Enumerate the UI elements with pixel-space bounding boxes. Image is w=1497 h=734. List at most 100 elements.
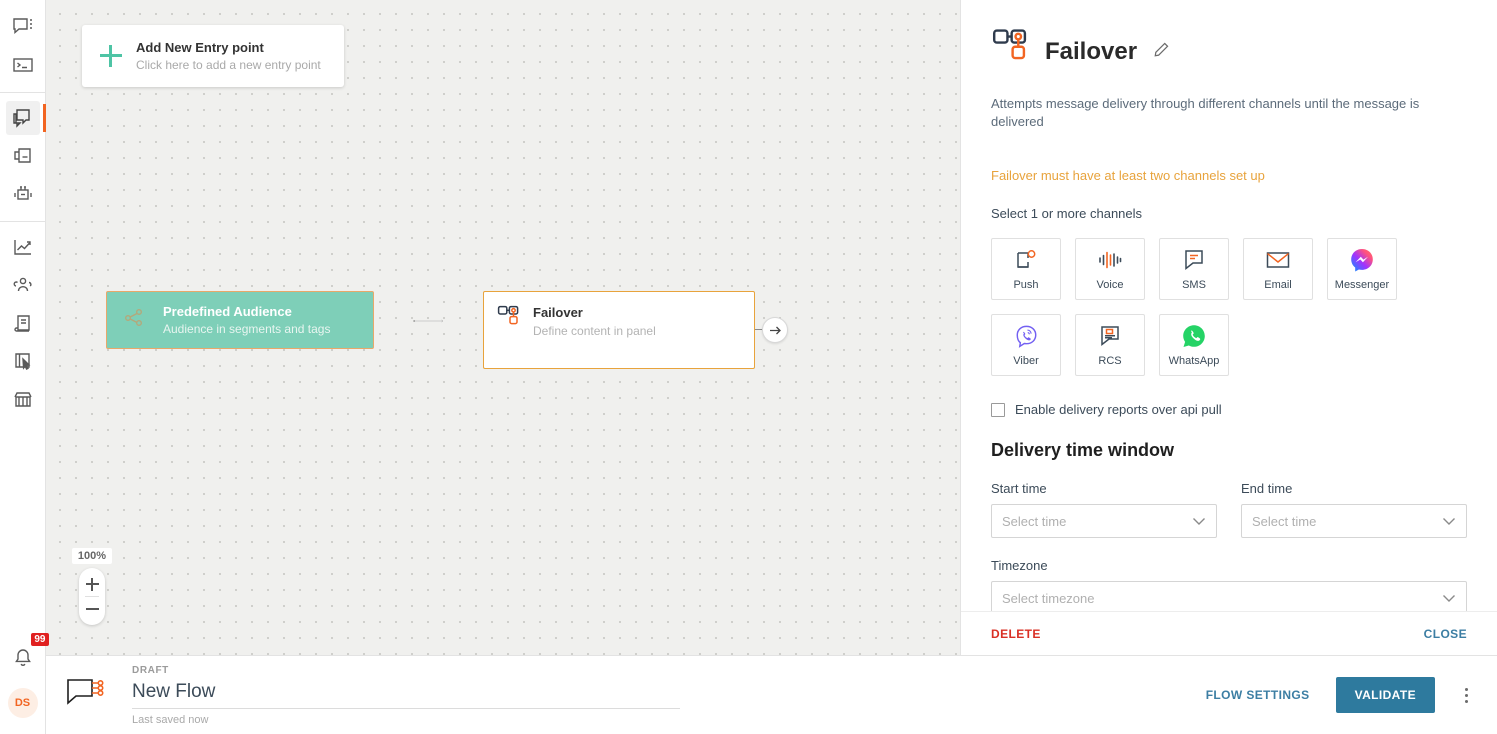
delete-button[interactable]: DELETE bbox=[991, 627, 1041, 641]
book-icon bbox=[12, 313, 34, 333]
flows-icon bbox=[12, 108, 34, 129]
node-title: Failover bbox=[533, 305, 583, 320]
channel-card-whatsapp[interactable]: WhatsApp bbox=[1159, 314, 1229, 376]
kebab-menu-icon[interactable] bbox=[1457, 687, 1475, 703]
flow-meta: DRAFT Last saved now bbox=[132, 665, 680, 726]
sidebar-item-console[interactable] bbox=[6, 48, 40, 82]
start-time-select[interactable]: Select time bbox=[991, 504, 1217, 538]
chevron-down-icon bbox=[1192, 514, 1206, 529]
node-predefined-audience[interactable]: Predefined Audience Audience in segments… bbox=[106, 291, 374, 349]
node-title: Predefined Audience bbox=[163, 303, 292, 319]
channel-label: RCS bbox=[1098, 355, 1122, 367]
broadcast-icon bbox=[12, 146, 34, 166]
robot-icon bbox=[12, 184, 34, 204]
flow-name-input[interactable] bbox=[132, 678, 680, 709]
sidebar-item-content[interactable] bbox=[6, 306, 40, 340]
sidebar-item-templates[interactable] bbox=[6, 344, 40, 378]
api-pull-checkbox[interactable] bbox=[991, 402, 1005, 417]
validate-button[interactable]: VALIDATE bbox=[1335, 677, 1435, 713]
people-group-icon bbox=[12, 275, 34, 295]
storefront-icon bbox=[12, 389, 34, 409]
left-nav-rail: 99 DS bbox=[0, 0, 49, 734]
close-button[interactable]: CLOSE bbox=[1424, 627, 1467, 641]
channel-card-email[interactable]: Email bbox=[1243, 238, 1313, 300]
sidebar-item-audience[interactable] bbox=[6, 268, 40, 302]
panel-footer: DELETE CLOSE bbox=[961, 611, 1497, 655]
chevron-down-icon bbox=[1442, 514, 1456, 529]
channel-card-voice[interactable]: Voice bbox=[1075, 238, 1145, 300]
timezone-label: Timezone bbox=[991, 558, 1048, 573]
channel-label: Email bbox=[1264, 279, 1292, 291]
rcs-bubble-icon bbox=[1098, 323, 1122, 349]
timezone-select[interactable]: Select timezone bbox=[991, 581, 1467, 611]
bottom-action-bar: DRAFT Last saved now FLOW SETTINGS VALID… bbox=[46, 655, 1497, 734]
timezone-value: Select timezone bbox=[1002, 590, 1095, 606]
start-time-value: Select time bbox=[1002, 513, 1067, 529]
chevron-down-icon bbox=[1442, 591, 1456, 606]
bottom-actions: FLOW SETTINGS VALIDATE bbox=[1206, 677, 1475, 713]
zoom-level-label: 100% bbox=[72, 548, 112, 564]
sidebar-item-flows[interactable] bbox=[5, 101, 46, 135]
zoom-in-button[interactable] bbox=[79, 572, 105, 596]
channel-label: SMS bbox=[1182, 279, 1206, 291]
timezone-row: Timezone Select timezone bbox=[991, 558, 1467, 611]
channel-card-rcs[interactable]: RCS bbox=[1075, 314, 1145, 376]
analytics-chart-icon bbox=[12, 237, 34, 257]
flow-node-icon bbox=[64, 676, 110, 715]
panel-header: Failover bbox=[991, 28, 1467, 75]
end-time-select[interactable]: Select time bbox=[1241, 504, 1467, 538]
panel-description: Attempts message delivery through differ… bbox=[991, 96, 1420, 129]
chat-bubble-icon bbox=[12, 17, 34, 37]
zoom-out-button[interactable] bbox=[79, 597, 105, 621]
api-pull-label: Enable delivery reports over api pull bbox=[1015, 402, 1222, 417]
channel-label: Messenger bbox=[1334, 279, 1390, 291]
rail-divider-top bbox=[0, 92, 46, 93]
sidebar-item-bots[interactable] bbox=[6, 177, 40, 211]
channel-card-sms[interactable]: SMS bbox=[1159, 238, 1229, 300]
messenger-icon bbox=[1349, 247, 1375, 273]
page-title: Failover bbox=[1045, 37, 1138, 65]
sidebar-item-broadcast[interactable] bbox=[6, 139, 40, 173]
viber-icon bbox=[1014, 323, 1039, 349]
flow-settings-button[interactable]: FLOW SETTINGS bbox=[1206, 688, 1310, 702]
channel-card-push[interactable]: Push bbox=[991, 238, 1061, 300]
start-time-field: Start time Select time bbox=[991, 481, 1217, 538]
app-root: 99 DS Add New Entry point Click here to … bbox=[0, 0, 1497, 734]
node-subtitle: Audience in segments and tags bbox=[163, 321, 331, 336]
failover-icon bbox=[991, 28, 1031, 75]
sidebar-item-conversations[interactable] bbox=[6, 10, 40, 44]
whatsapp-icon bbox=[1181, 323, 1207, 349]
canvas-area: Add New Entry point Click here to add a … bbox=[46, 0, 1497, 734]
failover-icon bbox=[497, 305, 521, 336]
panel-body: Failover Attempts message delivery throu… bbox=[961, 0, 1497, 611]
flow-edge-connector bbox=[413, 319, 444, 323]
end-time-value: Select time bbox=[1252, 513, 1317, 529]
channel-card-messenger[interactable]: Messenger bbox=[1327, 238, 1397, 300]
channel-label: Push bbox=[1013, 279, 1039, 291]
channel-card-viber[interactable]: Viber bbox=[991, 314, 1061, 376]
sms-bubble-icon bbox=[1182, 247, 1206, 273]
start-time-label: Start time bbox=[991, 481, 1047, 496]
avatar[interactable]: DS bbox=[7, 688, 38, 718]
add-entry-point-title: Add New Entry point bbox=[136, 39, 264, 55]
timezone-field: Timezone Select timezone bbox=[991, 558, 1467, 611]
node-failover[interactable]: Failover Define content in panel bbox=[483, 291, 755, 369]
add-entry-point-card[interactable]: Add New Entry point Click here to add a … bbox=[82, 25, 344, 87]
channel-label: WhatsApp bbox=[1168, 355, 1220, 367]
sidebar-item-marketplace[interactable] bbox=[6, 382, 40, 416]
node-add-next-button[interactable] bbox=[762, 317, 788, 343]
notifications-button[interactable]: 99 bbox=[6, 633, 49, 674]
terminal-icon bbox=[12, 56, 34, 74]
node-subtitle: Define content in panel bbox=[533, 324, 656, 338]
envelope-icon bbox=[1265, 247, 1291, 273]
push-notification-icon bbox=[1014, 247, 1038, 273]
end-time-field: End time Select time bbox=[1241, 481, 1467, 538]
end-time-label: End time bbox=[1241, 481, 1293, 496]
rail-divider-mid bbox=[0, 221, 46, 222]
channels-section-label: Select 1 or more channels bbox=[991, 206, 1143, 221]
pencil-icon[interactable] bbox=[1153, 41, 1170, 63]
audience-network-icon bbox=[123, 307, 149, 334]
time-fields-row: Start time Select time End time Select t… bbox=[991, 481, 1467, 538]
sidebar-item-analytics[interactable] bbox=[6, 230, 40, 264]
notification-badge: 99 bbox=[31, 633, 49, 646]
